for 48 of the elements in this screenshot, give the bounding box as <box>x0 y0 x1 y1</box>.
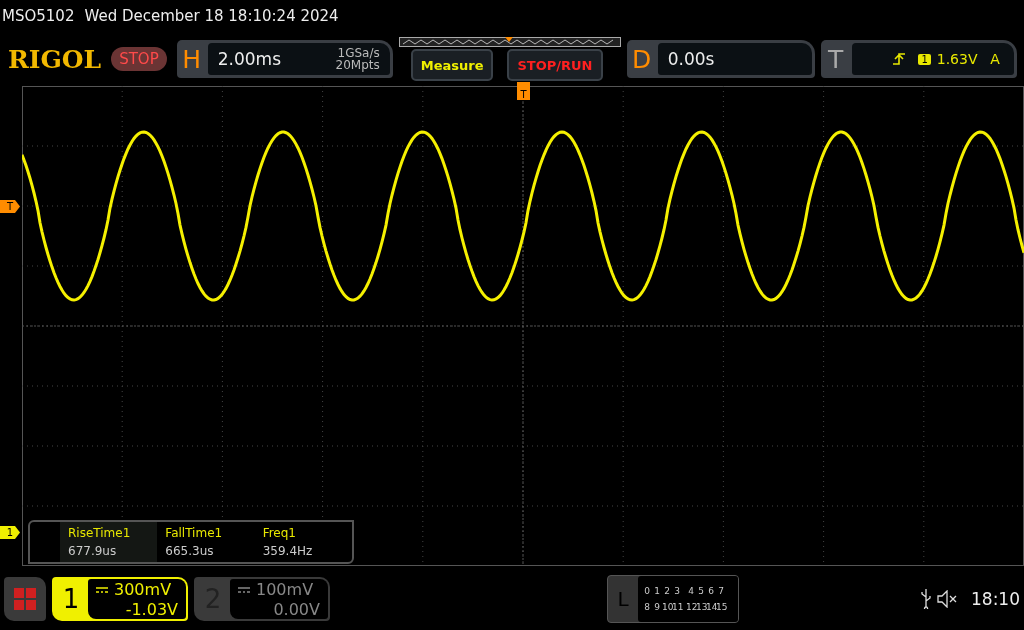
trigger-panel[interactable]: T 1 1.63V A <box>820 40 1017 78</box>
logic-channel-number: 5 <box>697 586 705 596</box>
horizontal-panel[interactable]: H 2.00ms 1GSa/s 20Mpts <box>176 40 393 78</box>
measurement-name: Freq1 <box>262 526 297 540</box>
channel-scale: 300mV <box>114 580 172 600</box>
logic-channel-number: 11 <box>672 602 682 612</box>
model-name: MSO5102 <box>2 7 75 25</box>
logic-channel-number: 12 <box>686 602 696 612</box>
logic-channel-number: 9 <box>653 602 661 612</box>
channel-offset: 0.00V <box>273 600 320 620</box>
dc-coupling-icon <box>96 586 108 594</box>
measurement-value: 677.9us <box>68 544 118 558</box>
logic-channel-number: 10 <box>662 602 672 612</box>
channel-scale: 100mV <box>256 580 314 600</box>
app-grid-icon <box>13 587 37 611</box>
logic-channel-number: 2 <box>663 586 671 596</box>
stop-run-button[interactable]: STOP/RUN <box>507 49 603 81</box>
measure-button[interactable]: Measure <box>410 49 494 81</box>
channel-offset-marker[interactable]: 1 <box>0 526 20 539</box>
logic-channel-number: 8 <box>643 602 651 612</box>
delay-panel[interactable]: D 0.00s <box>626 40 815 78</box>
app-menu-button[interactable] <box>4 577 46 621</box>
rising-edge-icon <box>891 52 906 66</box>
channel-offset: -1.03V <box>125 600 178 620</box>
logic-channel-number: 4 <box>687 586 695 596</box>
logic-channel-number: 14 <box>706 602 716 612</box>
measurement-name: RiseTime1 <box>68 526 132 540</box>
brand-logo: RIGOL <box>8 44 102 74</box>
logic-channel-number: 3 <box>673 586 681 596</box>
logic-channel-number: 15 <box>716 602 726 612</box>
clock-time: 18:10 <box>971 589 1020 609</box>
logic-channel-number: 0 <box>643 586 651 596</box>
trigger-position-marker[interactable]: T <box>517 82 530 100</box>
measurement-value: 665.3us <box>165 544 215 558</box>
logic-channel-number: 7 <box>717 586 725 596</box>
logic-channel-number: 1 <box>653 586 661 596</box>
channel-number: 1 <box>61 583 81 616</box>
dc-coupling-icon <box>238 586 250 594</box>
speaker-muted-icon <box>937 590 959 608</box>
date-time: Wed December 18 18:10:24 2024 <box>84 7 339 25</box>
logic-channel-number: 13 <box>696 602 706 612</box>
usb-icon <box>921 589 931 609</box>
measurement-name: FallTime1 <box>165 526 224 540</box>
measurement-value: 359.4Hz <box>262 544 314 558</box>
trigger-level-marker[interactable]: T <box>0 200 20 213</box>
logic-channel-number: 6 <box>707 586 715 596</box>
channel-panel[interactable]: 1 300mV -1.03V <box>52 577 188 621</box>
run-state-indicator: STOP <box>111 47 167 71</box>
